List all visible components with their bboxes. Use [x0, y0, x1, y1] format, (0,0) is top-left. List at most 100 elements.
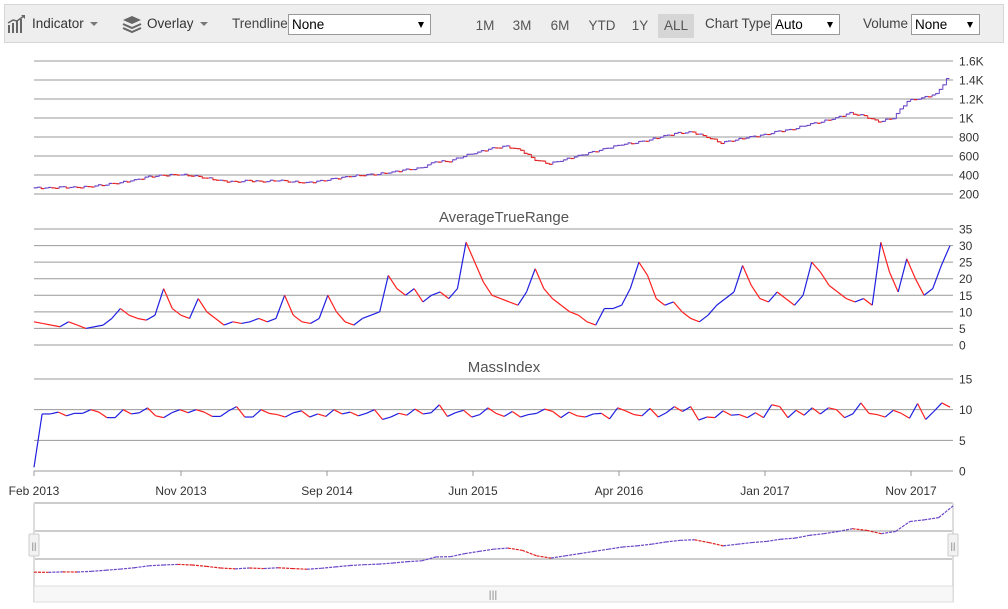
y-tick-label: 1.4K — [959, 74, 984, 88]
x-tick-label: Apr 2016 — [595, 484, 644, 498]
navigator-handle-left[interactable]: || — [28, 533, 40, 557]
indicator-segment — [154, 288, 165, 316]
indicator-title: MassIndex — [468, 359, 541, 376]
panel-massindex: 0 5 10 15 MassIndex — [33, 359, 973, 479]
y-tick-label: 0 — [959, 465, 966, 479]
indicator-segment — [747, 412, 756, 419]
indicator-segment — [707, 304, 718, 316]
indicator-segment — [111, 308, 121, 319]
indicator-dropdown[interactable]: Indicator — [7, 5, 98, 42]
indicator-segment — [318, 295, 329, 319]
x-tick-label: Jun 2015 — [448, 484, 498, 498]
indicator-segment — [933, 402, 943, 412]
indicator-segment — [854, 298, 864, 303]
range-button-6m[interactable]: 6M — [546, 14, 574, 38]
indicator-segment — [220, 410, 229, 417]
range-button-1m[interactable]: 1M — [471, 14, 499, 38]
indicator-segment — [520, 413, 529, 418]
indicator-segment — [771, 404, 780, 408]
trendline-select[interactable]: None — [288, 14, 431, 35]
indicator-segment — [51, 324, 61, 328]
layers-icon — [122, 15, 142, 33]
indicator-segment — [335, 311, 346, 323]
indicator-segment — [914, 278, 925, 296]
y-tick-label: 400 — [959, 169, 979, 183]
trendline-value: None — [292, 17, 325, 32]
dropdown-arrow-icon — [967, 22, 973, 28]
y-tick-label: 1K — [959, 112, 974, 126]
indicator-segment — [317, 413, 326, 417]
indicator-segment — [390, 412, 400, 418]
indicator-segment — [586, 321, 596, 326]
indicator-segment — [560, 304, 571, 313]
indicator-segment — [828, 284, 839, 293]
indicator-segment — [593, 412, 602, 415]
indicator-segment — [482, 281, 493, 296]
trendline-label: Trendline — [232, 16, 288, 31]
indicator-segment — [811, 261, 821, 273]
indicator-segment — [706, 416, 715, 419]
indicator-segment — [197, 298, 208, 313]
indicator-segment — [917, 403, 927, 420]
grip-icon: || — [951, 541, 956, 551]
range-button-3m[interactable]: 3M — [508, 14, 536, 38]
indicator-segment — [131, 412, 140, 415]
indicator-segment — [517, 291, 528, 306]
scrollbar-grip-icon[interactable]: ||| — [489, 590, 498, 601]
indicator-segment — [292, 314, 303, 323]
range-button-1y[interactable]: 1Y — [631, 14, 649, 38]
indicator-segment — [310, 317, 320, 324]
indicator-segment — [438, 404, 448, 417]
indicator-segment — [682, 406, 691, 413]
indicator-segment — [876, 413, 886, 418]
indicator-segment — [163, 288, 173, 309]
indicator-segment — [552, 298, 562, 306]
indicator-segment — [722, 410, 732, 416]
indicator-segment — [232, 321, 242, 325]
indicator-segment — [495, 412, 505, 417]
indicator-segment — [755, 412, 764, 419]
indicator-segment — [405, 288, 415, 296]
range-button-all[interactable]: ALL — [658, 14, 694, 38]
indicator-segment — [268, 412, 278, 416]
indicator-segment — [690, 406, 700, 421]
panel-price: 200 400 600 800 1K 1.2K 1.4K 1.6K — [33, 55, 984, 202]
indicator-segment — [66, 412, 75, 417]
indicator-segment — [655, 298, 666, 306]
range-button-ytd[interactable]: YTD — [586, 14, 618, 38]
indicator-segment — [893, 409, 902, 414]
indicator-segment — [163, 412, 173, 419]
indicator-segment — [860, 402, 870, 414]
indicator-segment — [638, 261, 649, 276]
indicator-segment — [447, 412, 456, 417]
indicator-label: Indicator — [32, 16, 84, 31]
indicator-segment — [795, 409, 805, 416]
x-tick-label: Nov 2013 — [155, 484, 207, 498]
indicator-segment — [362, 314, 372, 320]
indicator-segment — [511, 411, 521, 418]
indicator-segment — [128, 314, 138, 320]
indicator-segment — [327, 295, 337, 313]
indicator-segment — [601, 412, 610, 420]
indicator-segment — [228, 406, 237, 412]
y-tick-label: 200 — [959, 188, 979, 202]
indicator-segment — [68, 321, 78, 326]
indicator-segment — [382, 416, 391, 421]
indicator-segment — [901, 412, 910, 419]
indicator-segment — [690, 317, 700, 323]
indicator-segment — [811, 407, 821, 415]
indicator-segment — [180, 314, 190, 320]
indicator-segment — [252, 409, 262, 418]
indicator-segment — [325, 409, 335, 417]
indicator-segment — [275, 295, 286, 319]
indicator-segment — [58, 411, 67, 417]
indicator-segment — [155, 415, 164, 419]
indicator-segment — [373, 409, 384, 420]
indicator-segment — [267, 317, 277, 323]
indicator-segment — [422, 294, 432, 303]
volume-select[interactable]: None — [911, 14, 980, 35]
stock-chart[interactable]: 200 400 600 800 1K 1.2K 1.4K 1.6K 0 5 10 15 20 25 30 35… — [0, 45, 1008, 609]
navigator-handle-right[interactable]: || — [947, 533, 959, 557]
overlay-dropdown[interactable]: Overlay — [122, 5, 208, 42]
chart-type-select[interactable]: Auto — [771, 14, 840, 35]
